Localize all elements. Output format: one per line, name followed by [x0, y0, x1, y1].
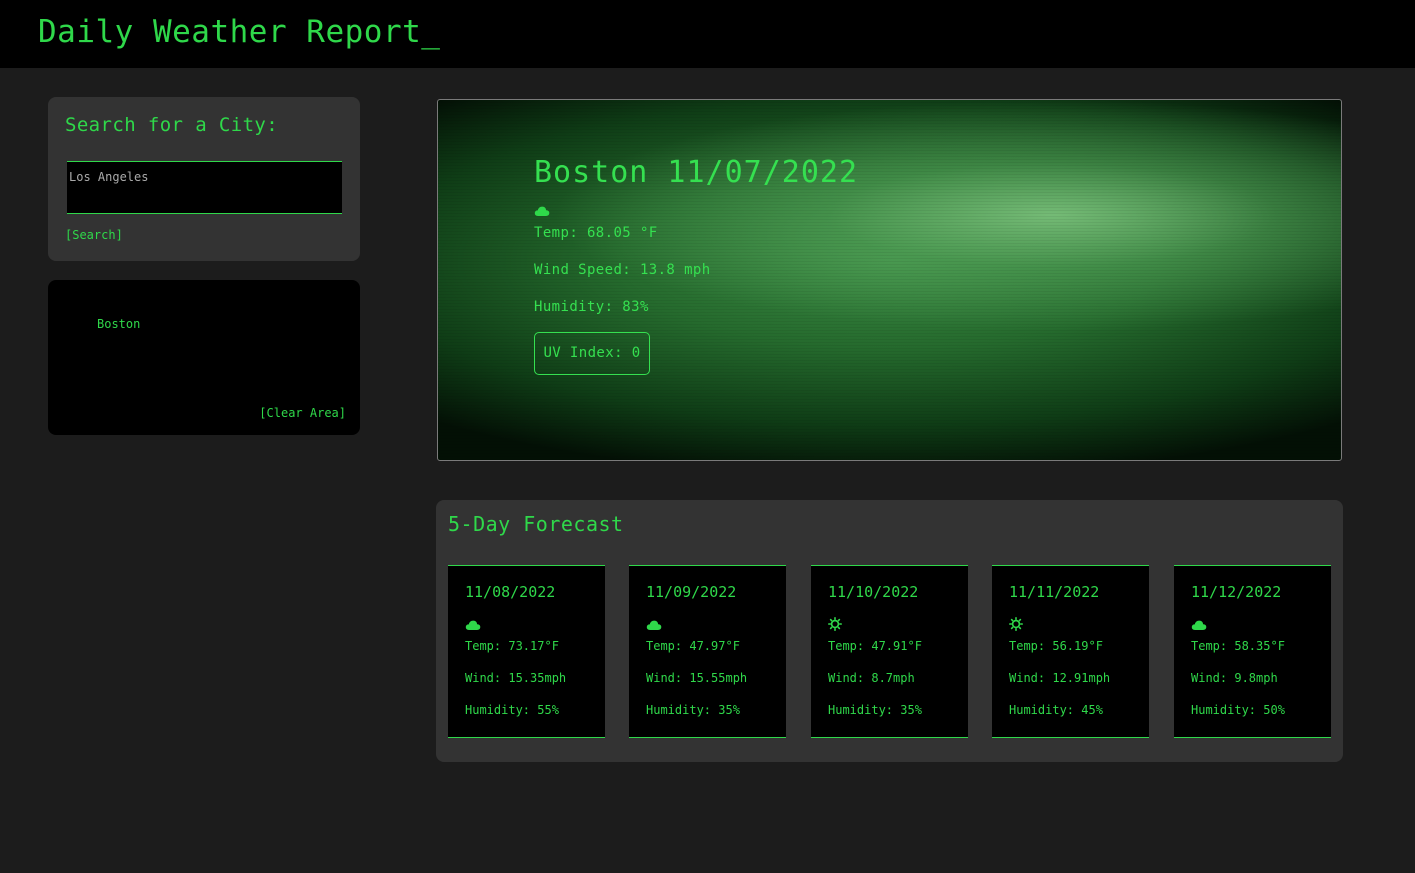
- forecast-wind: Wind: 15.55mph: [646, 671, 748, 685]
- forecast-card: 11/08/2022 Temp: 73.17°F Wind: 15.35mph …: [448, 565, 605, 738]
- forecast-date: 11/12/2022: [1191, 583, 1282, 601]
- forecast-date: 11/10/2022: [828, 583, 919, 601]
- sun-icon: [828, 616, 842, 635]
- forecast-temp: Temp: 47.91°F: [828, 639, 922, 653]
- cloud-icon: [465, 616, 481, 635]
- forecast-humidity: Humidity: 50%: [1191, 703, 1285, 717]
- search-history-panel: Boston [Clear Area]: [48, 280, 360, 435]
- forecast-card: 11/12/2022 Temp: 58.35°F Wind: 9.8mph Hu…: [1174, 565, 1331, 738]
- uv-index-badge: UV Index: 0: [534, 332, 650, 375]
- forecast-panel: 5-Day Forecast 11/08/2022 Temp: 73.17°F …: [436, 500, 1343, 762]
- forecast-wind: Wind: 15.35mph: [465, 671, 567, 685]
- sun-icon: [1009, 616, 1023, 635]
- forecast-wind: Wind: 8.7mph: [828, 671, 915, 685]
- cloud-icon: [1191, 616, 1207, 635]
- forecast-humidity: Humidity: 55%: [465, 703, 559, 717]
- current-city-date: Boston 11/07/2022: [534, 155, 859, 190]
- forecast-heading: 5-Day Forecast: [448, 512, 624, 536]
- forecast-date: 11/09/2022: [646, 583, 737, 601]
- forecast-wind: Wind: 9.8mph: [1191, 671, 1278, 685]
- current-temp: Temp: 68.05 °F: [534, 225, 658, 241]
- forecast-date: 11/11/2022: [1009, 583, 1100, 601]
- clear-history-button[interactable]: [Clear Area]: [259, 406, 346, 420]
- current-wind: Wind Speed: 13.8 mph: [534, 262, 711, 278]
- app-title: Daily Weather Report_: [38, 14, 441, 50]
- forecast-temp: Temp: 73.17°F: [465, 639, 559, 653]
- forecast-card: 11/10/2022 Temp: 47.91°F Wind: 8.7mph Hu…: [811, 565, 968, 738]
- history-item-boston[interactable]: Boston: [97, 317, 140, 331]
- forecast-card: 11/09/2022 Temp: 47.97°F Wind: 15.55mph …: [629, 565, 786, 738]
- forecast-temp: Temp: 56.19°F: [1009, 639, 1103, 653]
- city-search-input[interactable]: [67, 161, 342, 214]
- forecast-temp: Temp: 58.35°F: [1191, 639, 1285, 653]
- cloud-icon: [534, 202, 550, 221]
- header-bar: Daily Weather Report_: [0, 0, 1415, 68]
- forecast-wind: Wind: 12.91mph: [1009, 671, 1111, 685]
- search-panel: Search for a City: [Search]: [48, 97, 360, 261]
- forecast-date: 11/08/2022: [465, 583, 556, 601]
- current-weather-card: Boston 11/07/2022 Temp: 68.05 °F Wind Sp…: [437, 99, 1342, 461]
- cloud-icon: [646, 616, 662, 635]
- search-button[interactable]: [Search]: [65, 228, 123, 242]
- forecast-humidity: Humidity: 35%: [828, 703, 922, 717]
- forecast-humidity: Humidity: 45%: [1009, 703, 1103, 717]
- forecast-card: 11/11/2022 Temp: 56.19°F Wind: 12.91mph …: [992, 565, 1149, 738]
- current-humidity: Humidity: 83%: [534, 299, 649, 315]
- forecast-temp: Temp: 47.97°F: [646, 639, 740, 653]
- forecast-humidity: Humidity: 35%: [646, 703, 740, 717]
- search-heading: Search for a City:: [65, 114, 279, 136]
